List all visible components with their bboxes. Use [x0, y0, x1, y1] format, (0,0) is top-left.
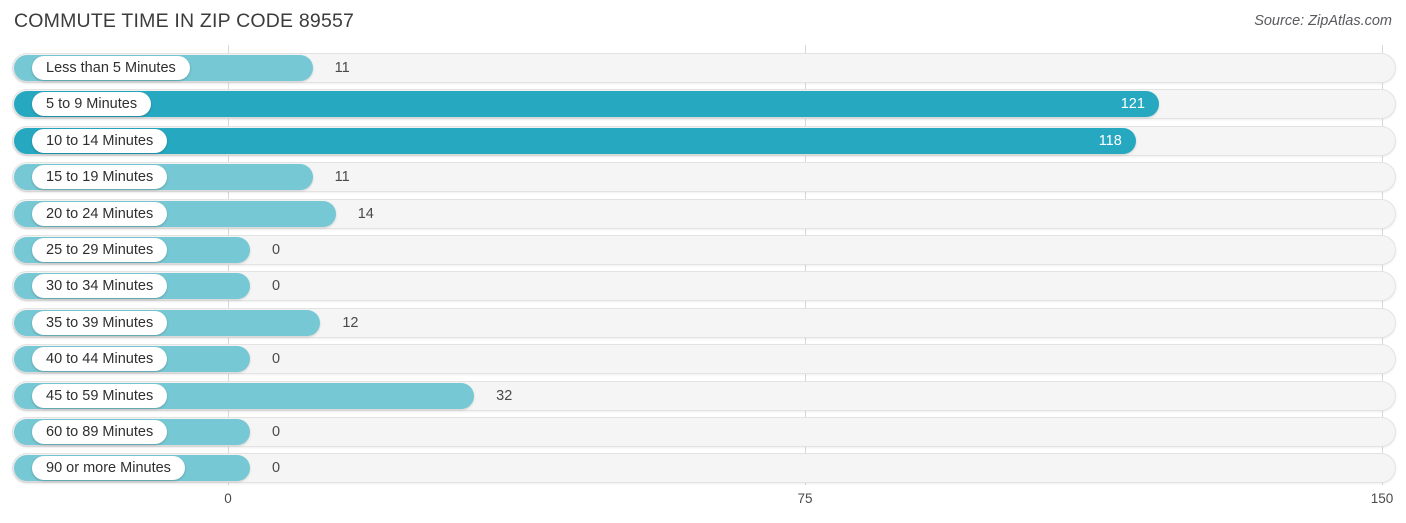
- bar-value-label: 11: [334, 60, 350, 76]
- bar-category-label: 15 to 19 Minutes: [32, 165, 168, 190]
- bar-category-label: 60 to 89 Minutes: [32, 420, 168, 444]
- bar-value-label: 12: [342, 314, 359, 331]
- bar-value-label: 0: [272, 278, 281, 295]
- bar-category-label: 40 to 44 Minutes: [32, 347, 168, 372]
- bar-row[interactable]: 10 to 14 Minutes 118: [12, 125, 1396, 156]
- bar-row[interactable]: 5 to 9 Minutes 121: [12, 89, 1396, 120]
- chart-plot-area: Less than 5 Minutes 11 5 to 9 Minutes 121 10…: [0, 45, 1406, 485]
- bar-value-label: 0: [272, 424, 281, 440]
- bar-category-label: 20 to 24 Minutes: [32, 201, 168, 226]
- bar-category-label: 30 to 34 Minutes: [32, 274, 168, 299]
- bar-value-label: 121: [1120, 96, 1145, 113]
- bar-category-label: 5 to 9 Minutes: [32, 92, 152, 117]
- chart-header: COMMUTE TIME IN ZIP CODE 89557 Source: Z…: [0, 0, 1406, 45]
- page-title: COMMUTE TIME IN ZIP CODE 89557: [14, 10, 355, 32]
- x-axis-tick-label: 150: [1370, 491, 1394, 506]
- bar-category-label: 90 or more Minutes: [32, 456, 185, 481]
- bar-category-label: 10 to 14 Minutes: [32, 128, 168, 153]
- bar-category-label: 25 to 29 Minutes: [32, 238, 168, 262]
- bar-value-label: 32: [496, 387, 513, 404]
- bar-category-label: Less than 5 Minutes: [32, 56, 190, 80]
- bar-value-label: 14: [357, 205, 374, 222]
- bar-row[interactable]: 40 to 44 Minutes 0: [12, 344, 1396, 375]
- bar-row[interactable]: 30 to 34 Minutes 0: [12, 271, 1396, 302]
- bar: [14, 127, 1136, 154]
- bar-row[interactable]: 35 to 39 Minutes 12: [12, 307, 1396, 338]
- bar-row[interactable]: 20 to 24 Minutes 14: [12, 198, 1396, 229]
- bar-row[interactable]: 25 to 29 Minutes 0: [12, 235, 1396, 265]
- x-axis: 0 75 150: [0, 485, 1406, 523]
- bar-row[interactable]: 60 to 89 Minutes 0: [12, 417, 1396, 447]
- x-axis-tick-label: 75: [797, 491, 813, 506]
- bar-value-label: 11: [334, 169, 350, 186]
- bar-category-label: 45 to 59 Minutes: [32, 383, 168, 408]
- bar-value-label: 0: [272, 242, 281, 258]
- bar-row[interactable]: 90 or more Minutes 0: [12, 453, 1396, 484]
- bar: [14, 91, 1159, 118]
- bar-value-label: 0: [272, 460, 281, 477]
- bar-row[interactable]: 15 to 19 Minutes 11: [12, 162, 1396, 193]
- source-attribution: Source: ZipAtlas.com: [1254, 13, 1392, 29]
- x-axis-tick-label: 0: [224, 491, 232, 506]
- bar-row[interactable]: 45 to 59 Minutes 32: [12, 380, 1396, 411]
- bar-rows: Less than 5 Minutes 11 5 to 9 Minutes 121 10…: [0, 45, 1406, 485]
- bar-category-label: 35 to 39 Minutes: [32, 310, 168, 335]
- bar-value-label: 118: [1098, 132, 1122, 149]
- bar-row[interactable]: Less than 5 Minutes 11: [12, 53, 1396, 83]
- bar-value-label: 0: [272, 351, 281, 368]
